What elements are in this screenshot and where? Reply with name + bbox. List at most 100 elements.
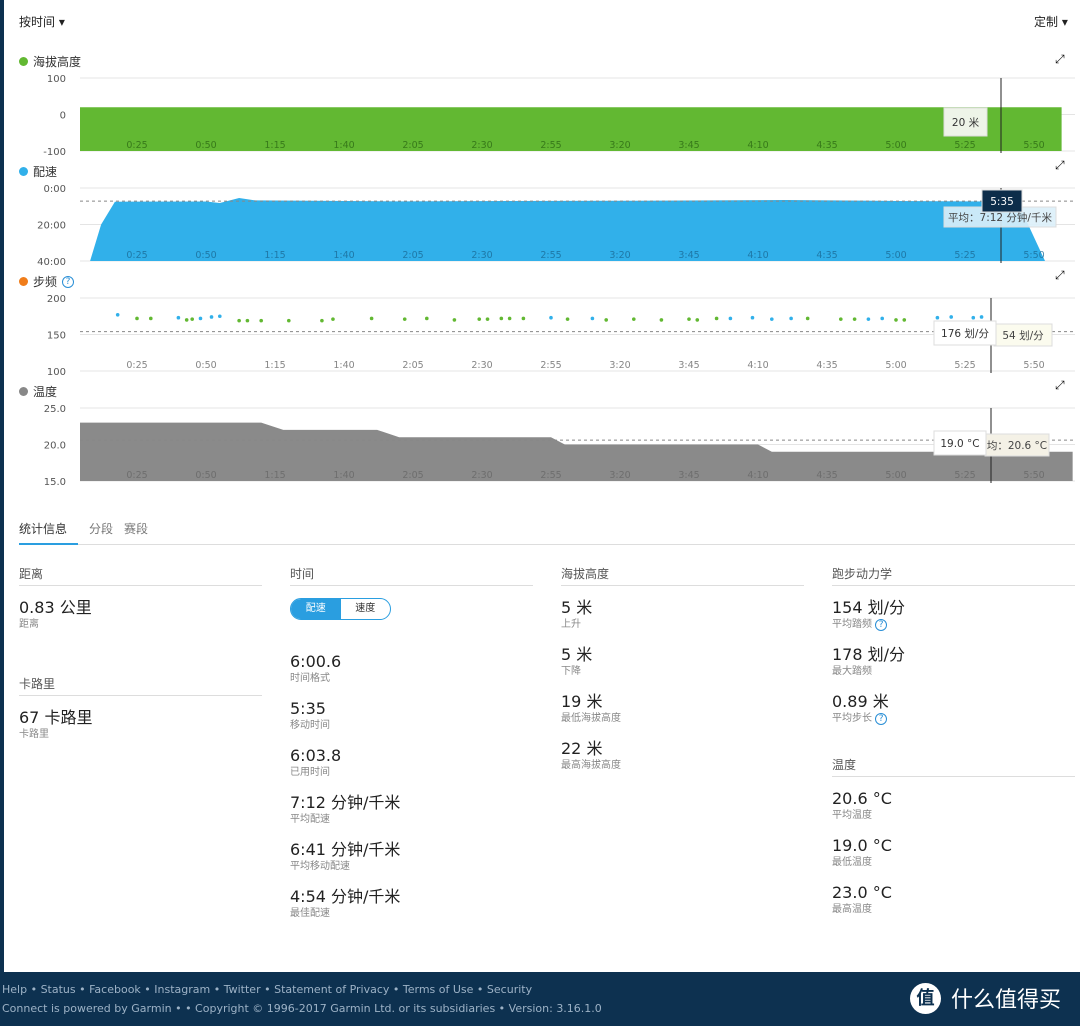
chart-svg: 25.0 20.0 15.0 0:25 0:50 1:15 1:40 2:05 2:30 2:55…	[44, 404, 1075, 488]
cadence-point	[632, 317, 636, 321]
x-tick-label: 4:35	[816, 360, 837, 371]
stats-col-1: 距离 0.83 公里 距离 卡路里 67 卡路里 卡路里	[19, 565, 262, 755]
time-value: 6:00.6	[290, 652, 342, 671]
cadence-point	[604, 318, 608, 322]
x-tick-label: 2:30	[471, 470, 492, 481]
group-by-dropdown[interactable]: 按时间 ▾	[19, 13, 65, 30]
footer-link[interactable]: Help	[2, 983, 27, 996]
x-tick-label: 5:50	[1023, 470, 1044, 481]
calories-label: 卡路里	[19, 729, 49, 740]
cadence-point	[714, 316, 719, 321]
time-value: 4:54 分钟/千米	[290, 887, 401, 906]
footer-link[interactable]: Status	[41, 983, 76, 996]
chart-0: 海拔高度 ⤢ 100 0 -100 0:25 0:50 1:15 1:40 2:05 2:30 2:5…	[0, 50, 1080, 160]
temperature-label: 平均温度	[832, 810, 872, 821]
y-tick-label: 25.0	[44, 404, 66, 415]
value-tooltip: 19.0 °C	[933, 430, 987, 456]
chart-1: 配速 ⤢ 0:00 20:00 40:00 0:25 0:50 1:15 1:40 2:05 2:3…	[0, 158, 1080, 270]
x-tick-label: 2:05	[402, 470, 423, 481]
x-tick-label: 5:25	[954, 470, 975, 481]
cadence-point	[176, 315, 181, 320]
cadence-point	[135, 316, 139, 321]
x-tick-label: 2:30	[471, 250, 492, 261]
chart-svg: 100 0 -100 0:25 0:50 1:15 1:40 2:05 2:30 2:55 3:20…	[43, 74, 1075, 158]
svg-text:176 划/分: 176 划/分	[941, 327, 989, 340]
y-tick-label: 15.0	[44, 477, 66, 488]
footer-link[interactable]: Security	[487, 983, 532, 996]
pace-speed-toggle[interactable]: 配速 速度	[290, 598, 391, 620]
footer-link[interactable]: Facebook	[89, 983, 141, 996]
customize-dropdown[interactable]: 定制 ▾	[1034, 13, 1068, 30]
dynamics-value: 154 划/分	[832, 598, 906, 617]
cadence-point	[852, 317, 857, 321]
cadence-point	[331, 317, 335, 321]
chart-2: 步频? ⤢ 200 150 100 0:25 0:50 1:15 1:40 2:05 2:30 2:5…	[0, 268, 1080, 380]
site-logo: 值什么值得买	[910, 982, 1061, 1014]
stats-tabs: 统计信息 分段 赛段	[19, 512, 1075, 545]
cadence-point	[369, 316, 374, 321]
x-tick-label: 0:25	[126, 140, 147, 151]
svg-text:20 米: 20 米	[952, 116, 980, 129]
x-tick-label: 4:10	[747, 360, 768, 371]
stats-col-dynamics: 跑步动力学 154 划/分 平均踏频 ? 178 划/分 最大踏频 0.89 米平均步长 …	[832, 565, 1075, 930]
x-tick-label: 5:50	[1023, 140, 1044, 151]
footer-link[interactable]: Statement of Privacy	[274, 983, 389, 996]
speed-toggle[interactable]: 速度	[341, 599, 391, 619]
x-tick-label: 3:20	[609, 360, 630, 371]
help-icon[interactable]: ?	[875, 619, 888, 631]
tab-segments[interactable]: 赛段	[124, 512, 159, 545]
cadence-point	[750, 315, 755, 320]
calories-value: 67 卡路里	[19, 708, 93, 727]
x-tick-label: 3:20	[609, 250, 630, 261]
time-value: 5:35	[290, 699, 326, 718]
cadence-point	[499, 316, 504, 321]
area-series	[80, 107, 1062, 151]
x-tick-label: 1:40	[333, 360, 354, 371]
dynamics-label: 最大踏频	[832, 666, 872, 677]
tab-laps[interactable]: 分段	[89, 512, 124, 545]
x-tick-label: 0:25	[126, 250, 147, 261]
x-tick-label: 0:50	[195, 250, 216, 261]
tab-stats[interactable]: 统计信息	[19, 512, 79, 545]
footer-link[interactable]: Terms of Use	[403, 983, 474, 996]
footer-link[interactable]: Instagram	[154, 983, 210, 996]
x-tick-label: 2:55	[540, 470, 561, 481]
x-tick-label: 1:15	[264, 360, 285, 371]
cadence-point	[949, 315, 953, 319]
x-tick-label: 4:35	[816, 250, 837, 261]
elevation-title: 海拔高度	[561, 565, 804, 586]
x-tick-label: 2:55	[540, 140, 561, 151]
x-tick-label: 0:50	[195, 140, 216, 151]
x-tick-label: 5:00	[885, 250, 906, 261]
cadence-point	[894, 318, 898, 322]
cadence-point	[320, 318, 324, 323]
help-icon[interactable]: ?	[875, 713, 888, 725]
svg-text:19.0 °C: 19.0 °C	[940, 438, 979, 450]
chart-3: 温度 ⤢ 25.0 20.0 15.0 0:25 0:50 1:15 1:40 2:05 2:30 2…	[0, 378, 1080, 490]
x-tick-label: 4:35	[816, 140, 837, 151]
pace-toggle[interactable]: 配速	[291, 599, 341, 619]
x-tick-label: 0:25	[126, 360, 147, 371]
time-label: 平均移动配速	[290, 861, 350, 872]
y-tick-label: 20.0	[44, 441, 66, 452]
x-tick-label: 5:00	[885, 140, 906, 151]
x-tick-label: 3:45	[678, 470, 699, 481]
dynamics-label: 平均踏频	[832, 619, 872, 630]
average-label: 54 划/分	[993, 323, 1053, 347]
area-series	[80, 422, 1073, 481]
x-tick-label: 2:30	[471, 360, 492, 371]
time-label: 最佳配速	[290, 908, 330, 919]
x-tick-label: 2:05	[402, 250, 423, 261]
y-tick-label: 20:00	[37, 221, 66, 232]
x-tick-label: 5:50	[1023, 360, 1044, 371]
x-tick-label: 1:15	[264, 140, 285, 151]
elevation-label: 上升	[561, 619, 581, 630]
cadence-point	[789, 316, 793, 321]
cadence-point	[659, 318, 664, 322]
stats-col-time: 时间 配速 速度 6:00.6 时间格式 5:35 移动时间 6:03.8 已用时间 7:1…	[290, 565, 533, 934]
cadence-point	[485, 317, 490, 321]
x-tick-label: 2:30	[471, 140, 492, 151]
svg-text:均：20.6 °C: 均：20.6 °C	[987, 440, 1047, 452]
footer-link[interactable]: Twitter	[224, 983, 261, 996]
logo-text: 什么值得买	[951, 988, 1062, 1013]
